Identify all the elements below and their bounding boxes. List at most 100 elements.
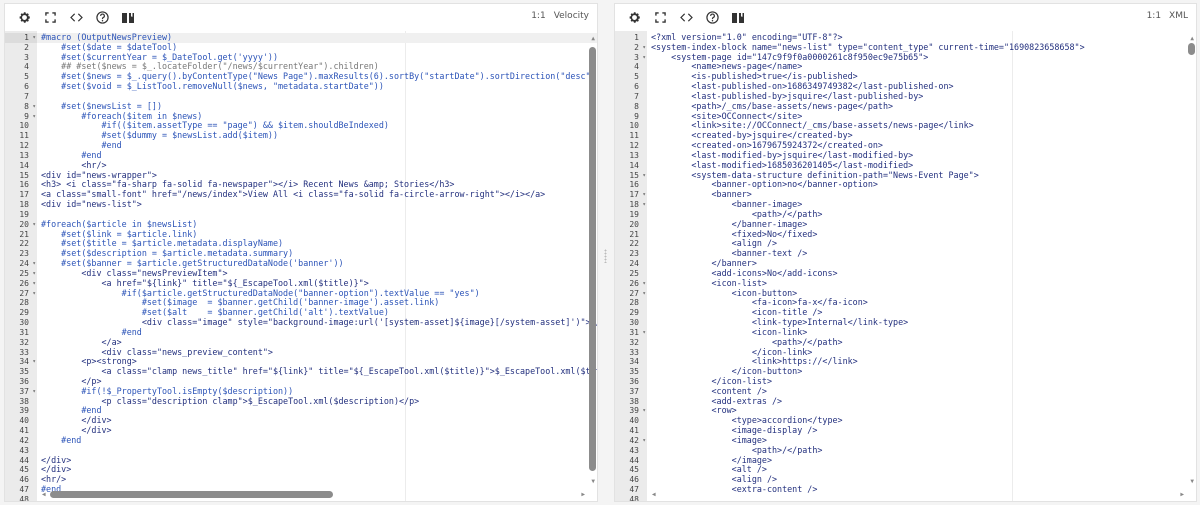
line-number: 28 [629,298,639,308]
vertical-scrollbar[interactable] [589,47,596,471]
horizontal-scrollbar[interactable] [50,491,333,498]
line-number: 31 [615,328,647,338]
line-number: 15 [615,171,647,181]
line-number: 40 [629,416,639,426]
line-number: 19 [19,209,29,219]
line-number: 1 [5,33,37,43]
line-number: 40 [19,416,29,426]
fullscreen-expand-icon[interactable] [649,8,671,28]
help-icon[interactable] [701,8,723,28]
line-number: 24 [629,259,639,269]
language-mode: Velocity [553,11,589,21]
book-icon[interactable] [727,8,749,28]
line-number: 44 [629,455,639,465]
settings-gear-icon[interactable] [13,8,35,28]
line-number: 10 [629,121,639,131]
code-line[interactable]: 47 <extra-content /> [615,484,1196,495]
panel-splitter[interactable] [598,3,614,502]
code-line[interactable]: 41 </div> [5,425,597,436]
scroll-up-arrow[interactable]: ▲ [1190,35,1194,42]
line-number: 37 [5,387,37,397]
line-number: 3 [615,53,647,63]
line-number: 37 [629,386,639,396]
line-text: #set($void = $_ListTool.removeNull($news… [41,81,384,92]
line-number: 13 [629,150,639,160]
line-number: 24 [5,259,37,269]
code-line[interactable]: 44 </div> [5,455,597,466]
scroll-down-arrow[interactable]: ▼ [591,478,595,485]
cursor-position: 1:1 [1146,11,1162,21]
editor-status: 1:1 Velocity [523,11,589,21]
line-number: 32 [629,337,639,347]
line-number: 9 [634,111,639,121]
line-number: 46 [19,475,29,485]
line-number: 23 [19,249,29,259]
line-number: 38 [629,396,639,406]
line-number: 45 [19,465,29,475]
line-number: 36 [19,376,29,386]
line-number: 11 [19,131,29,141]
vertical-scrollbar[interactable] [1188,43,1195,55]
line-number: 34 [629,357,639,367]
line-number: 1 [634,33,639,42]
line-text: <extra-content /> [651,484,818,495]
line-number: 27 [5,289,37,299]
line-number: 46 [629,475,639,485]
line-number: 17 [19,190,29,200]
line-number: 32 [19,337,29,347]
code-lines[interactable]: 1 <?xml version="1.0" encoding="UTF-8"?> 2… [615,32,1196,501]
line-number: 34 [5,357,37,367]
help-icon[interactable] [91,8,113,28]
book-icon[interactable] [117,8,139,28]
scroll-right-arrow[interactable]: ▶ [1180,491,1184,498]
line-number: 43 [19,445,29,455]
line-number: 18 [19,200,29,210]
line-number: 8 [5,102,37,112]
line-number: 33 [19,347,29,357]
code-line[interactable]: 42 #end [5,434,597,446]
line-number: 29 [19,308,29,318]
line-number: 30 [19,318,29,328]
code-line[interactable]: 45 </div> [5,465,597,475]
format-code-icon[interactable] [65,8,87,28]
line-number: 44 [19,455,29,465]
line-text: <div id="news-list"> [41,199,142,210]
editor-toolbar: 1:1 Velocity [5,4,597,31]
code-line[interactable]: 6 #set($void = $_ListTool.removeNull($ne… [5,81,597,92]
line-number: 30 [629,318,639,328]
format-code-icon[interactable] [675,8,697,28]
splitter-grip-icon[interactable] [604,249,607,263]
line-number: 19 [629,209,639,219]
scroll-right-arrow[interactable]: ▶ [581,491,585,498]
code-editor[interactable]: 1 <?xml version="1.0" encoding="UTF-8"?> 2… [615,31,1196,501]
fullscreen-expand-icon[interactable] [39,8,61,28]
line-number: 2 [24,42,29,52]
code-line[interactable]: 48 [615,495,1196,501]
code-line[interactable]: 46 <hr/> [5,474,597,485]
settings-gear-icon[interactable] [623,8,645,28]
scroll-down-arrow[interactable]: ▼ [1190,478,1194,485]
code-line[interactable]: 18 <div id="news-list"> [5,199,597,210]
line-number: 42 [19,435,29,445]
line-number: 14 [19,160,29,170]
line-number: 15 [19,170,29,180]
scroll-up-arrow[interactable]: ▲ [591,35,595,42]
line-number: 9 [5,112,37,122]
code-editor[interactable]: 1#macro (OutputNewsPreview)2 #set($date … [5,31,597,501]
line-number: 35 [19,367,29,377]
line-number: 45 [629,465,639,475]
line-text: #end [41,434,82,445]
line-number: 16 [629,180,639,190]
code-lines[interactable]: 1#macro (OutputNewsPreview)2 #set($date … [5,32,597,501]
line-number: 21 [19,229,29,239]
line-number: 47 [629,485,639,495]
line-number: 17 [615,190,647,200]
scroll-left-arrow[interactable]: ◀ [652,491,656,498]
scroll-left-arrow[interactable]: ◀ [42,491,46,498]
line-number: 5 [24,72,29,82]
line-number: 2 [615,43,647,53]
line-number: 26 [615,279,647,289]
line-number: 39 [19,406,29,416]
code-line[interactable]: 43 [5,446,597,456]
line-number: 28 [19,298,29,308]
